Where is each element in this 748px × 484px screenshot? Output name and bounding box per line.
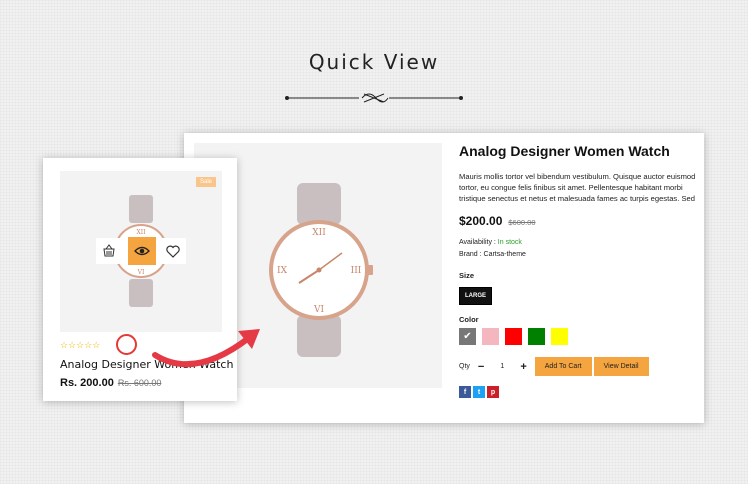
view-detail-button[interactable]: View Detail — [593, 357, 649, 376]
add-to-cart-button[interactable]: Add To Cart — [534, 357, 592, 376]
qty-input[interactable]: 1 — [492, 363, 512, 370]
product-card-image: Sale XII VI — [60, 171, 222, 332]
facebook-icon[interactable]: f — [459, 386, 471, 398]
svg-text:VI: VI — [137, 269, 145, 276]
svg-text:XII: XII — [312, 228, 326, 238]
social-share: f t p — [459, 386, 704, 398]
check-icon: ✔ — [463, 331, 472, 342]
basket-icon[interactable] — [96, 238, 122, 264]
qty-increase-button[interactable]: + — [520, 361, 526, 373]
twitter-icon[interactable]: t — [473, 386, 485, 398]
quantity-row: Qty − 1 + Add To Cart View Detail — [459, 357, 704, 376]
size-option-large[interactable]: LARGE — [459, 287, 492, 305]
size-label: Size — [459, 271, 475, 280]
svg-text:VI: VI — [313, 305, 324, 315]
color-swatch-red[interactable] — [505, 328, 522, 345]
svg-text:III: III — [351, 266, 362, 276]
product-price: $200.00 — [459, 214, 503, 228]
product-card-price: Rs. 200.00 — [60, 377, 114, 389]
product-old-price: $600.00 — [508, 218, 536, 227]
product-title: Analog Designer Women Watch — [459, 143, 670, 159]
brand: Brand : Cartsa-theme — [459, 251, 526, 258]
ornament-divider — [285, 93, 463, 103]
color-swatch-green[interactable] — [528, 328, 545, 345]
svg-text:IX: IX — [277, 266, 288, 276]
stock-status: In stock — [497, 239, 522, 246]
svg-text:XII: XII — [136, 229, 146, 236]
qty-decrease-button[interactable]: − — [478, 361, 484, 373]
color-label: Color — [459, 315, 479, 324]
color-swatch-pink[interactable] — [482, 328, 499, 345]
color-swatches: ✔ — [459, 328, 704, 345]
watch-illustration: XII VI III IX — [269, 183, 373, 357]
product-info: Analog Designer Women Watch Mauris molli… — [459, 143, 704, 398]
availability: Availability : In stock — [459, 239, 522, 246]
highlight-circle — [116, 334, 137, 355]
color-swatch-yellow[interactable] — [551, 328, 568, 345]
curved-arrow-icon — [152, 329, 260, 368]
qty-label: Qty — [459, 363, 470, 370]
pinterest-icon[interactable]: p — [487, 386, 499, 398]
page-heading: Quick View — [308, 50, 440, 74]
product-description: Mauris mollis tortor vel bibendum vestib… — [459, 172, 696, 203]
quick-view-modal: XII VI III IX Analog Designer Women Watc… — [184, 133, 704, 423]
rating-stars: ☆☆☆☆☆ — [60, 340, 101, 350]
eye-icon[interactable] — [128, 237, 156, 265]
sale-badge: Sale — [195, 177, 216, 187]
product-card-old-price: Rs. 600.00 — [117, 378, 162, 388]
heart-icon[interactable] — [160, 238, 186, 264]
color-swatch-grey[interactable]: ✔ — [459, 328, 476, 345]
